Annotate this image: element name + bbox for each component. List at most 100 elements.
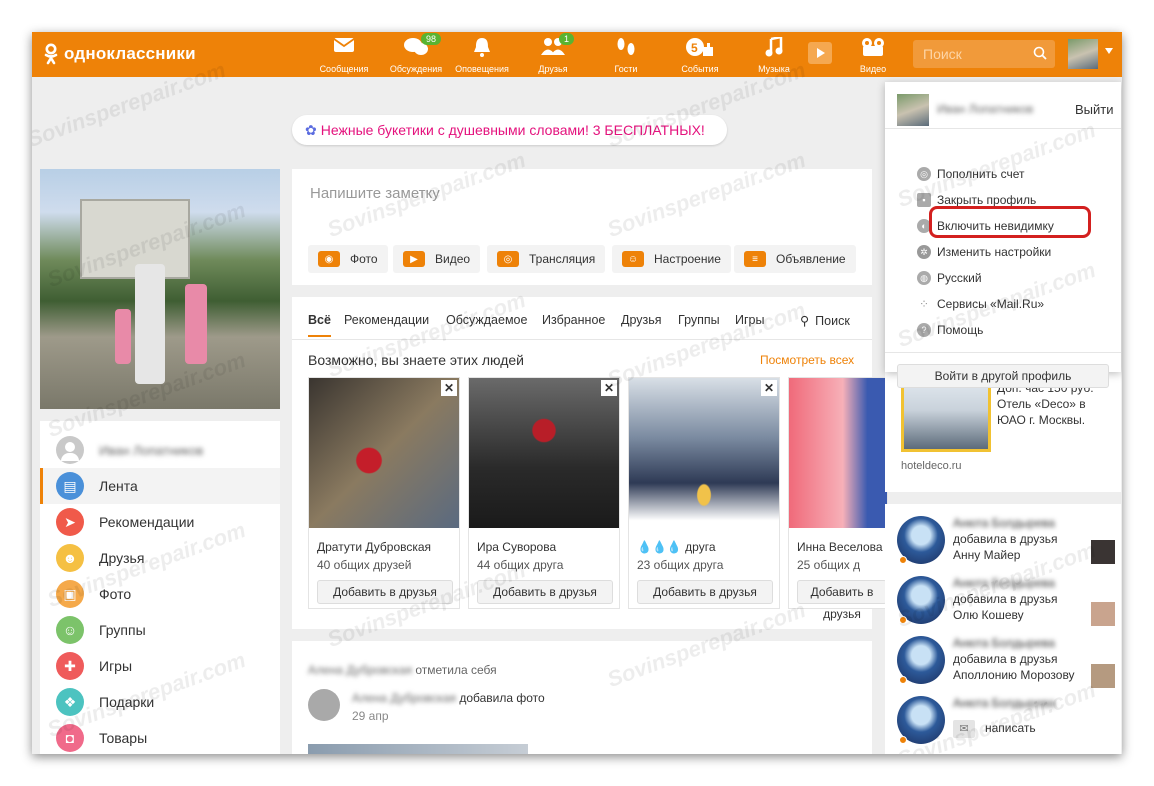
activity-action: добавила в друзья [953, 532, 1058, 546]
activity-name: Анюта Болдырева [953, 576, 1055, 590]
close-icon[interactable]: ✕ [441, 380, 457, 396]
thumbnail [1091, 602, 1115, 626]
menu-item-mailru-services[interactable]: ⁘ Сервисы «Mail.Ru» [919, 297, 1045, 311]
avatar[interactable] [308, 689, 340, 721]
activity-block: Анюта Болдырева добавила в друзья Анну М… [885, 504, 1121, 754]
menu-item-close-profile[interactable]: ▪ Закрыть профиль [917, 193, 1036, 207]
composer-video-button[interactable]: ▶ Видео [393, 245, 481, 273]
online-indicator [899, 616, 907, 624]
tab-games[interactable]: Игры [735, 313, 764, 327]
dropdown-user-name[interactable]: Иван Лопатников [937, 102, 1033, 116]
friends-icon: ☻ [56, 544, 84, 572]
top-navigation-bar: одноклассники Сообщения 98 Обсуждения Оп… [32, 32, 1122, 77]
activity-item[interactable]: Анюта Болдырева добавила в друзья Аполло… [897, 636, 1115, 696]
video-play-button[interactable] [808, 42, 832, 64]
menu-item-groups[interactable]: ☺ Группы [40, 612, 280, 648]
person-card[interactable]: Инна Веселова 25 общих д Добавить в друз… [788, 377, 888, 621]
nav-label: Музыка [758, 64, 790, 74]
menu-item-friends[interactable]: ☻ Друзья [40, 540, 280, 576]
person-card[interactable]: ✕ Ира Суворова 44 общих друга Добавить в… [468, 377, 620, 609]
nav-music[interactable]: Музыка [738, 32, 810, 77]
tab-friends[interactable]: Друзья [621, 313, 662, 327]
nav-video[interactable]: Видео [837, 32, 909, 77]
menu-item-recommendations[interactable]: ➤ Рекомендации [40, 504, 280, 540]
online-indicator [899, 676, 907, 684]
bell-icon [474, 38, 490, 57]
composer-broadcast-button[interactable]: ◎ Трансляция [487, 245, 606, 273]
menu-item-top-up[interactable]: ◎ Пополнить счет [917, 167, 1025, 181]
thumbnail [1091, 540, 1115, 564]
online-indicator [899, 556, 907, 564]
post-photo[interactable] [308, 744, 528, 754]
nav-notifications[interactable]: Оповещения [446, 32, 518, 77]
menu-item-feed[interactable]: ▤ Лента [40, 468, 280, 504]
person-photo [469, 378, 619, 528]
close-icon[interactable]: ✕ [761, 380, 777, 396]
gamepad-icon: ✚ [56, 652, 84, 680]
ok-logo[interactable]: одноклассники [44, 43, 196, 65]
menu-item-photo[interactable]: ▣ Фото [40, 576, 280, 612]
menu-item-help[interactable]: ? Помощь [917, 323, 983, 337]
tab-groups[interactable]: Группы [678, 313, 720, 327]
menu-item-gifts[interactable]: ❖ Подарки [40, 684, 280, 720]
user-avatar-button[interactable] [1068, 39, 1098, 69]
activity-item[interactable]: Анюта Болдырева добавила в друзья Олю Ко… [897, 576, 1115, 636]
search-input[interactable]: Поиск [913, 40, 1055, 68]
nav-messages[interactable]: Сообщения [308, 32, 380, 77]
nav-events[interactable]: 5 События [664, 32, 736, 77]
logout-link[interactable]: Выйти [1075, 102, 1114, 117]
nav-guests[interactable]: Гости [590, 32, 662, 77]
feed-search-button[interactable]: ⚲ Поиск [800, 313, 850, 328]
music-note-icon [765, 37, 783, 57]
close-icon[interactable]: ✕ [601, 380, 617, 396]
camera-icon: ◉ [318, 251, 340, 267]
add-friend-button[interactable]: Добавить в друзья [477, 580, 613, 604]
person-photo [789, 378, 887, 528]
menu-item-change-settings[interactable]: ✲ Изменить настройки [917, 245, 1051, 259]
composer-mood-button[interactable]: ☺ Настроение [612, 245, 731, 273]
menu-item-games[interactable]: ✚ Игры [40, 648, 280, 684]
add-friend-button[interactable]: Добавить в друзья [797, 580, 887, 621]
mutual-friends: 40 общих друзей [317, 558, 412, 572]
add-friend-button[interactable]: Добавить в друзья [317, 580, 453, 604]
promo-banner[interactable]: ✿ Нежные букетики с душевными словами! 3 … [292, 115, 727, 145]
button-label: Объявление [776, 252, 846, 266]
events-count: 5 [691, 41, 698, 55]
ad-domain[interactable]: hoteldeco.ru [901, 460, 962, 472]
chevron-down-icon[interactable] [1105, 48, 1113, 54]
coins-icon: ◎ [917, 167, 931, 181]
person-card[interactable]: ✕ 💧💧💧 друга 23 общих друга Добавить в др… [628, 377, 780, 609]
person-card[interactable]: ✕ Дратути Дубровская 40 общих друзей Доб… [308, 377, 460, 609]
envelope-icon[interactable]: ✉ [953, 720, 975, 738]
note-input[interactable]: Напишите заметку [310, 185, 440, 202]
post-author[interactable]: Алена Дубровская [352, 691, 456, 705]
note-composer: Напишите заметку ◉ Фото ▶ Видео ◎ Трансляци… [292, 169, 872, 285]
tab-discussed[interactable]: Обсуждаемое [446, 313, 527, 327]
add-friend-button[interactable]: Добавить в друзья [637, 580, 773, 604]
activity-item[interactable]: Анюта Болдырева добавила в друзья Анну М… [897, 516, 1115, 576]
button-label: Фото [350, 252, 378, 266]
search-icon [1033, 46, 1047, 60]
person-name: Ира Суворова [477, 540, 557, 554]
tab-recommendations[interactable]: Рекомендации [344, 313, 429, 327]
tab-favorites[interactable]: Избранное [542, 313, 605, 327]
tab-all[interactable]: Всё [308, 313, 331, 337]
nav-friends[interactable]: 1 Друзья [517, 32, 589, 77]
feed-author-name[interactable]: Алена Дубровская [308, 663, 412, 677]
nav-label: Видео [859, 64, 887, 74]
composer-photo-button[interactable]: ◉ Фото [308, 245, 388, 273]
video-icon: ▶ [403, 251, 425, 267]
write-message-link[interactable]: написать [985, 721, 1036, 735]
activity-item[interactable]: Анюта Болдырева ✉ написать [897, 696, 1109, 754]
activity-name: Анюта Болдырева [953, 636, 1055, 650]
login-other-profile-button[interactable]: Войти в другой профиль [897, 364, 1109, 388]
menu-label: Сервисы «Mail.Ru» [937, 297, 1045, 311]
menu-item-goods[interactable]: ◘ Товары [40, 720, 280, 754]
nav-discussions[interactable]: 98 Обсуждения [380, 32, 452, 77]
composer-ad-button[interactable]: ≡ Объявление [734, 245, 856, 273]
feed-search-label: Поиск [815, 314, 850, 328]
see-all-link[interactable]: Посмотреть всех [760, 353, 854, 367]
profile-photo[interactable] [40, 169, 280, 409]
menu-item-language[interactable]: ◍ Русский [917, 271, 982, 285]
user-name-row[interactable]: Иван Лопатников [56, 436, 203, 464]
